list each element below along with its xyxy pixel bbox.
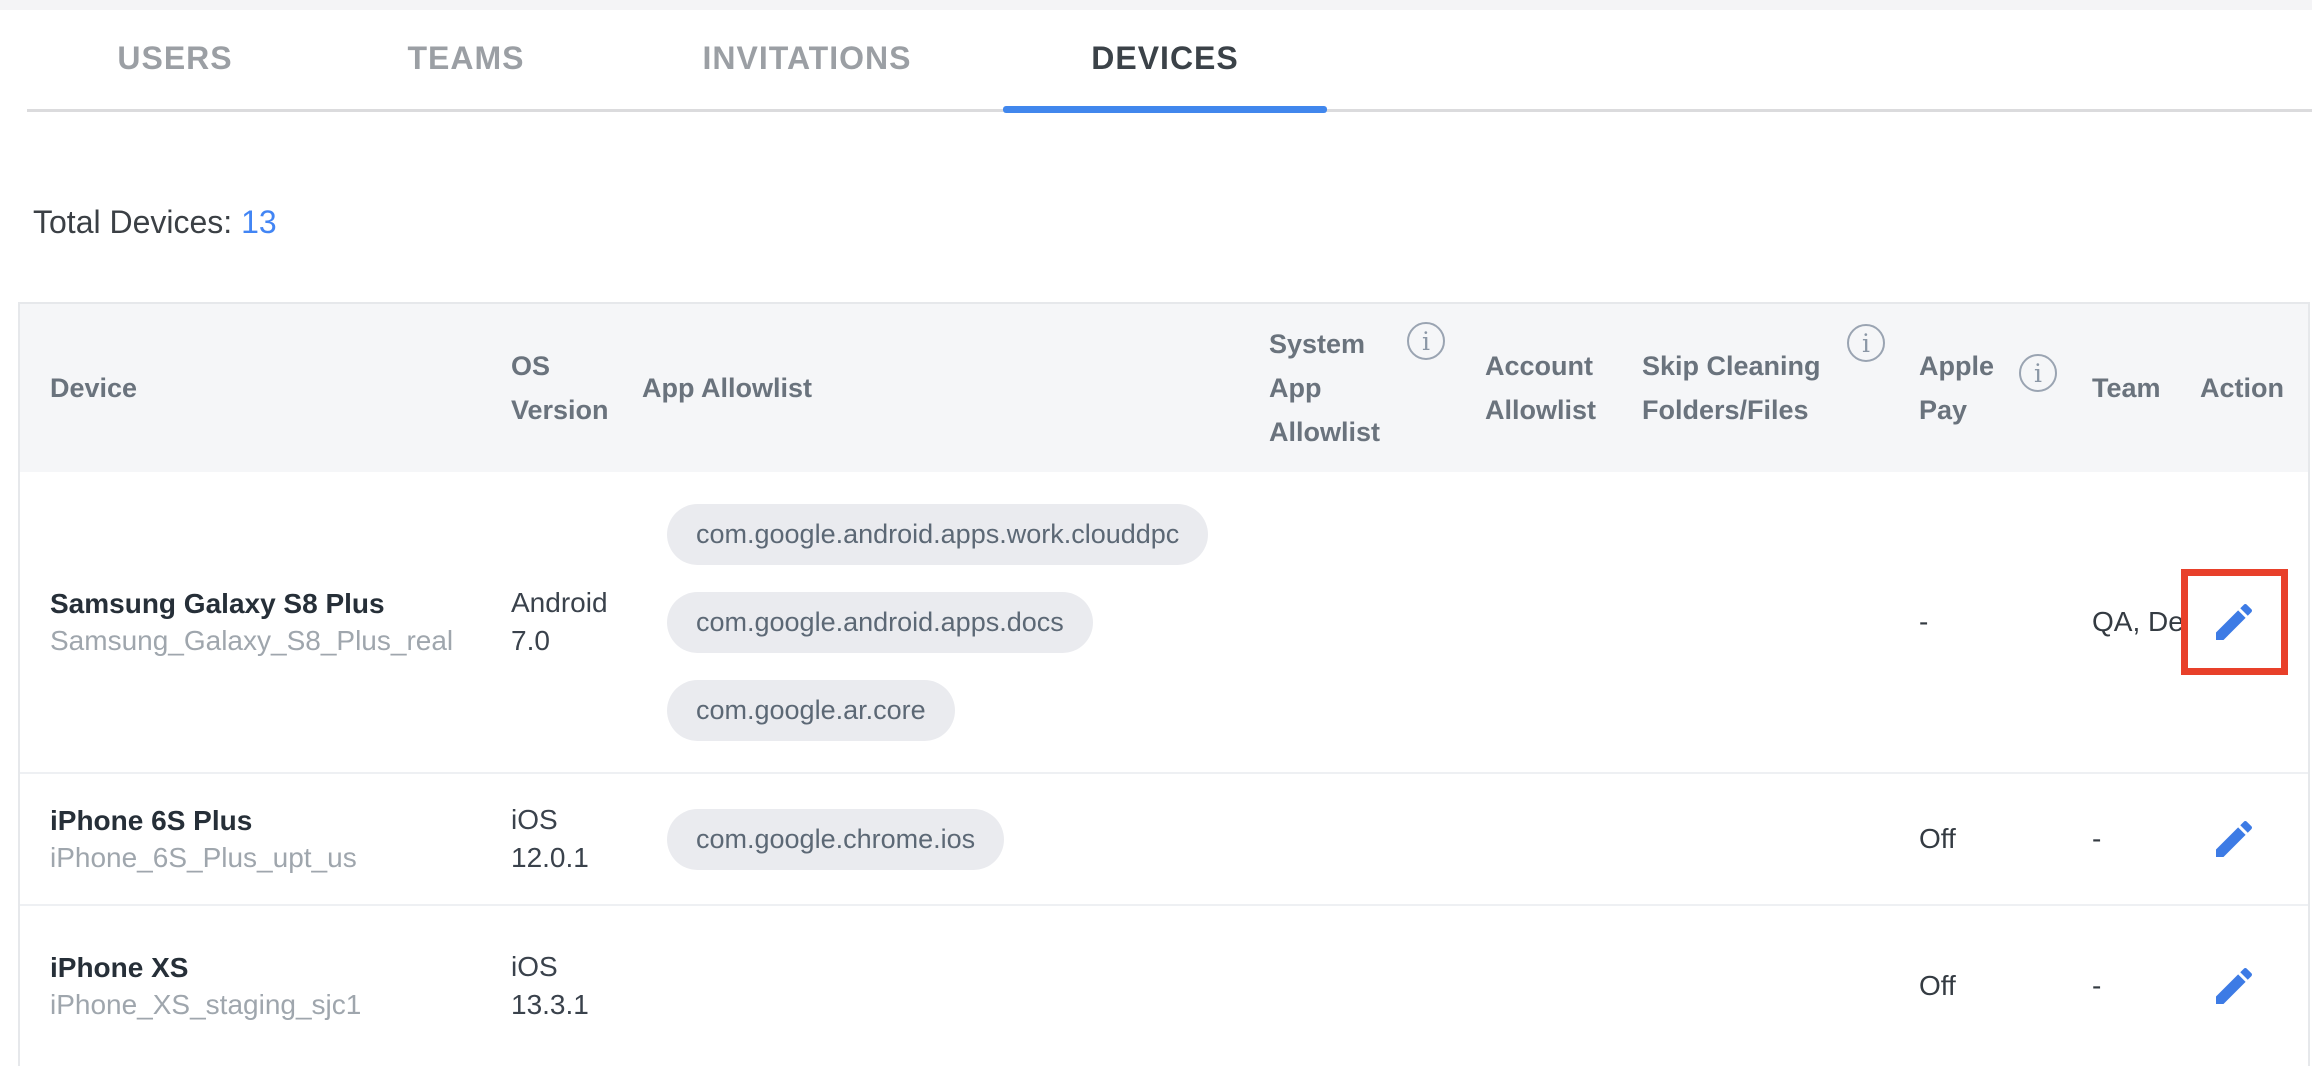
info-icon[interactable]: i — [1847, 324, 1885, 362]
table-row: iPhone 6S PlusiPhone_6S_Plus_upt_usiOS12… — [20, 772, 2308, 904]
column-header-action: Action — [2200, 304, 2308, 472]
os-name: iOS — [511, 801, 558, 839]
column-header-team: Team — [2092, 304, 2200, 472]
action-cell — [2200, 472, 2308, 772]
os-version: 13.3.1 — [511, 986, 589, 1024]
column-header-label: Team — [2092, 366, 2161, 410]
tab-invitations[interactable]: INVITATIONS — [703, 40, 912, 77]
edit-device-button[interactable] — [2210, 962, 2258, 1010]
devices-table: Device OS Version App Allowlist System App … — [18, 302, 2310, 1066]
apple-pay-cell: Off — [1919, 906, 2092, 1066]
device-cell: Samsung Galaxy S8 PlusSamsung_Galaxy_S8_… — [20, 472, 511, 772]
top-strip — [0, 0, 2312, 10]
table-row: iPhone XSiPhone_XS_staging_sjc1iOS13.3.1… — [20, 904, 2308, 1066]
column-header-label: Action — [2200, 366, 2284, 410]
column-header-label: Apple Pay — [1919, 344, 2014, 432]
pencil-edit-icon — [2210, 598, 2258, 646]
os-name: Android — [511, 584, 608, 622]
device-name: iPhone 6S Plus — [50, 802, 252, 839]
column-header-device: Device — [20, 304, 511, 472]
pencil-edit-icon — [2210, 815, 2258, 863]
column-header-account-allowlist: Account Allowlist — [1485, 304, 1642, 472]
device-id: Samsung_Galaxy_S8_Plus_real — [50, 622, 453, 659]
device-name: Samsung Galaxy S8 Plus — [50, 585, 385, 622]
column-header-label: System App Allowlist — [1269, 322, 1404, 454]
column-header-label: Device — [50, 366, 137, 410]
os-name: iOS — [511, 948, 558, 986]
info-icon[interactable]: i — [2019, 354, 2057, 392]
account-allowlist-cell — [1485, 906, 1642, 1066]
column-header-label: Account Allowlist — [1485, 344, 1610, 432]
pencil-edit-icon — [2210, 962, 2258, 1010]
column-header-skip-cleaning-folders-files: Skip Cleaning Folders/Files i — [1642, 304, 1919, 472]
column-header-system-app-allowlist: System App Allowlisti — [1269, 304, 1485, 472]
tab-teams[interactable]: TEAMS — [408, 40, 525, 77]
apple-pay-cell: - — [1919, 472, 2092, 772]
app-allowlist-cell — [642, 906, 1269, 1066]
tab-users[interactable]: USERS — [117, 40, 232, 77]
apple-pay-cell: Off — [1919, 774, 2092, 904]
table-row: Samsung Galaxy S8 PlusSamsung_Galaxy_S8_… — [20, 472, 2308, 772]
app-allowlist-cell: com.google.android.apps.work.clouddpc com… — [642, 472, 1269, 772]
account-allowlist-cell — [1485, 472, 1642, 772]
os-version-cell: Android7.0 — [511, 472, 642, 772]
team-cell: - — [2092, 774, 2200, 904]
column-header-app-allowlist: App Allowlist — [642, 304, 1269, 472]
table-header-row: Device OS Version App Allowlist System App … — [20, 304, 2308, 472]
app-allowlist-chip: com.google.android.apps.work.clouddpc — [667, 504, 1208, 565]
action-cell — [2200, 774, 2308, 904]
device-id: iPhone_6S_Plus_upt_us — [50, 839, 357, 876]
device-id: iPhone_XS_staging_sjc1 — [50, 986, 361, 1023]
system-app-allowlist-cell — [1269, 906, 1485, 1066]
skip-cleaning-cell — [1642, 774, 1919, 904]
app-allowlist-chip: com.google.chrome.ios — [667, 809, 1004, 870]
tab-bar: USERS TEAMS INVITATIONS DEVICES — [0, 10, 2312, 105]
app-allowlist-chip: com.google.android.apps.docs — [667, 592, 1093, 653]
system-app-allowlist-cell — [1269, 472, 1485, 772]
edit-device-button[interactable] — [2210, 815, 2258, 863]
column-header-os-version: OS Version — [511, 304, 642, 472]
team-cell: - — [2092, 906, 2200, 1066]
total-devices-summary: Total Devices: 13 — [33, 204, 277, 241]
skip-cleaning-cell — [1642, 906, 1919, 1066]
column-header-label: OS Version — [511, 344, 626, 432]
tab-devices[interactable]: DEVICES — [1091, 40, 1238, 77]
column-header-apple-pay: Apple Payi — [1919, 304, 2092, 472]
account-allowlist-cell — [1485, 774, 1642, 904]
highlight-red-box — [2181, 569, 2288, 675]
info-icon[interactable]: i — [1407, 322, 1445, 360]
column-header-label: Skip Cleaning Folders/Files — [1642, 344, 1832, 432]
total-devices-label: Total Devices: — [33, 204, 232, 240]
os-version: 12.0.1 — [511, 839, 589, 877]
edit-device-button[interactable] — [2181, 569, 2288, 675]
device-cell: iPhone 6S PlusiPhone_6S_Plus_upt_us — [20, 774, 511, 904]
action-cell — [2200, 906, 2308, 1066]
active-tab-underline — [1003, 106, 1327, 113]
os-version-cell: iOS13.3.1 — [511, 906, 642, 1066]
device-name: iPhone XS — [50, 949, 188, 986]
skip-cleaning-cell — [1642, 472, 1919, 772]
app-allowlist-chip: com.google.ar.core — [667, 680, 955, 741]
system-app-allowlist-cell — [1269, 774, 1485, 904]
os-version: 7.0 — [511, 622, 550, 660]
total-devices-count: 13 — [241, 204, 277, 240]
device-cell: iPhone XSiPhone_XS_staging_sjc1 — [20, 906, 511, 1066]
os-version-cell: iOS12.0.1 — [511, 774, 642, 904]
app-allowlist-cell: com.google.chrome.ios — [642, 774, 1269, 904]
column-header-label: App Allowlist — [642, 366, 812, 410]
